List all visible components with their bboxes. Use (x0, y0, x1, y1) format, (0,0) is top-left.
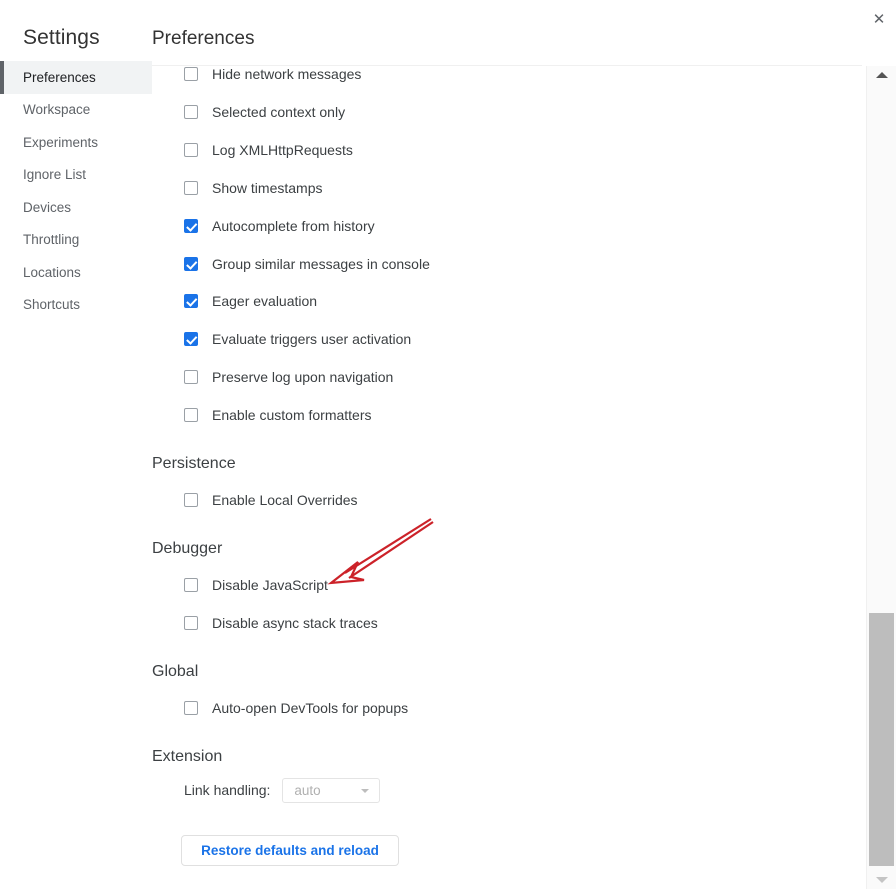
checkbox-unchecked-icon[interactable] (184, 142, 198, 157)
checkbox-label: Auto-open DevTools for popups (212, 699, 409, 716)
sidebar-item-label: Locations (23, 264, 81, 280)
checkbox-label: Enable custom formatters (212, 407, 372, 424)
settings-dialog: ✕ Settings Preferences Workspace Experimen… (0, 0, 896, 889)
preferences-panel: Preferences Hide network messages Selecte… (152, 0, 862, 889)
checkbox-row-log-xmlhttprequests[interactable]: Log XMLHttpRequests (184, 140, 353, 160)
sidebar-item-label: Ignore List (23, 167, 87, 183)
sidebar-title: Settings (23, 26, 100, 49)
sidebar-item-label: Shortcuts (23, 297, 81, 313)
chevron-down-icon (361, 788, 370, 793)
preferences-scroll-area: Hide network messages Selected context on… (152, 66, 862, 889)
checkbox-checked-icon[interactable] (184, 332, 198, 347)
section-heading-debugger: Debugger (152, 539, 223, 557)
checkbox-row-selected-context-only[interactable]: Selected context only (184, 102, 345, 122)
checkbox-row-preserve-log-upon-navigation[interactable]: Preserve log upon navigation (184, 367, 393, 387)
checkbox-row-autocomplete-from-history[interactable]: Autocomplete from history (184, 216, 375, 236)
checkbox-label: Group similar messages in console (212, 255, 430, 272)
triangle-up-icon (875, 72, 888, 78)
triangle-down-icon (875, 877, 888, 883)
checkbox-label: Disable JavaScript (212, 576, 328, 593)
checkbox-unchecked-icon[interactable] (184, 104, 198, 119)
sidebar-item-devices[interactable]: Devices (0, 191, 152, 224)
checkbox-label: Enable Local Overrides (212, 492, 358, 508)
checkbox-label: Selected context only (212, 103, 346, 120)
checkbox-label: Hide network messages (212, 66, 362, 82)
sidebar-item-label: Preferences (23, 69, 96, 85)
checkbox-label: Preserve log upon navigation (212, 369, 394, 386)
sidebar-item-ignore-list[interactable]: Ignore List (0, 159, 152, 192)
checkbox-unchecked-icon[interactable] (184, 67, 198, 81)
sidebar-item-label: Devices (23, 199, 72, 215)
checkbox-unchecked-icon[interactable] (184, 577, 198, 592)
checkbox-unchecked-icon[interactable] (184, 408, 198, 423)
link-handling-label: Link handling: (184, 782, 271, 799)
checkbox-row-show-timestamps[interactable]: Show timestamps (184, 178, 322, 198)
checkbox-row-eager-evaluation[interactable]: Eager evaluation (184, 291, 317, 311)
sidebar-item-label: Throttling (23, 232, 80, 248)
scrollbar-thumb[interactable] (869, 613, 894, 866)
sidebar-item-workspace[interactable]: Workspace (0, 94, 152, 127)
checkbox-row-evaluate-triggers-user-activation[interactable]: Evaluate triggers user activation (184, 329, 411, 349)
settings-sidebar: Settings Preferences Workspace Experiments… (0, 0, 152, 889)
checkbox-row-group-similar-messages-in-console[interactable]: Group similar messages in console (184, 254, 430, 274)
checkbox-unchecked-icon[interactable] (184, 493, 198, 507)
checkbox-unchecked-icon[interactable] (184, 615, 198, 630)
checkbox-row-auto-open-devtools-for-popups[interactable]: Auto-open DevTools for popups (184, 698, 408, 718)
checkbox-label: Disable async stack traces (212, 614, 378, 631)
checkbox-row-disable-javascript[interactable]: Disable JavaScript (184, 575, 328, 595)
sidebar-item-label: Experiments (23, 134, 99, 150)
checkbox-unchecked-icon[interactable] (184, 180, 198, 195)
checkbox-label: Evaluate triggers user activation (212, 331, 412, 348)
sidebar-nav-list: Preferences Workspace Experiments Ignore Li… (0, 61, 152, 321)
checkbox-label: Show timestamps (212, 179, 323, 196)
checkbox-row-disable-async-stack-traces[interactable]: Disable async stack traces (184, 613, 378, 633)
link-handling-select[interactable]: auto (282, 777, 381, 803)
checkbox-row-enable-local-overrides[interactable]: Enable Local Overrides (184, 490, 358, 510)
section-heading-global: Global (152, 662, 199, 680)
scroll-down-button[interactable] (867, 871, 896, 889)
checkbox-label: Log XMLHttpRequests (212, 141, 353, 158)
section-heading-persistence: Persistence (152, 455, 236, 472)
vertical-scrollbar[interactable] (866, 66, 896, 889)
checkbox-unchecked-icon[interactable] (184, 370, 198, 385)
close-icon[interactable]: ✕ (866, 6, 892, 32)
scroll-up-button[interactable] (867, 66, 896, 84)
link-handling-value: auto (294, 782, 321, 798)
checkbox-label: Eager evaluation (212, 293, 318, 310)
sidebar-item-throttling[interactable]: Throttling (0, 224, 152, 257)
page-title: Preferences (152, 28, 255, 49)
sidebar-item-experiments[interactable]: Experiments (0, 126, 152, 159)
link-handling-row: Link handling: auto (184, 777, 381, 803)
checkbox-unchecked-icon[interactable] (184, 700, 198, 715)
checkbox-row-enable-custom-formatters[interactable]: Enable custom formatters (184, 405, 372, 425)
sidebar-item-preferences[interactable]: Preferences (0, 61, 152, 94)
sidebar-item-shortcuts[interactable]: Shortcuts (0, 289, 152, 322)
sidebar-item-label: Workspace (23, 102, 91, 118)
checkbox-row-hide-network-messages[interactable]: Hide network messages (184, 64, 361, 84)
checkbox-label: Autocomplete from history (212, 217, 375, 234)
restore-defaults-label: Restore defaults and reload (201, 842, 379, 858)
checkbox-checked-icon[interactable] (184, 256, 198, 271)
checkbox-checked-icon[interactable] (184, 294, 198, 309)
sidebar-item-locations[interactable]: Locations (0, 256, 152, 289)
checkbox-checked-icon[interactable] (184, 218, 198, 233)
restore-defaults-button[interactable]: Restore defaults and reload (181, 834, 399, 866)
section-heading-extension: Extension (152, 747, 223, 765)
